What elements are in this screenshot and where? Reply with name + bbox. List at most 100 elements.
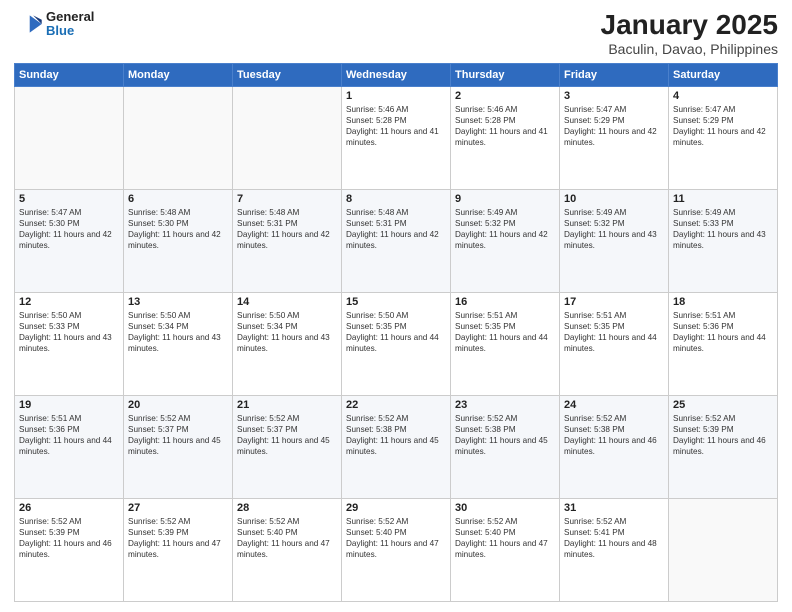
cell-day-number: 21: [237, 399, 337, 411]
calendar-cell: 13Sunrise: 5:50 AM Sunset: 5:34 PM Dayli…: [124, 292, 233, 395]
cell-info: Sunrise: 5:51 AM Sunset: 5:35 PM Dayligh…: [455, 310, 555, 354]
cell-info: Sunrise: 5:47 AM Sunset: 5:29 PM Dayligh…: [564, 104, 664, 148]
calendar-week-3: 12Sunrise: 5:50 AM Sunset: 5:33 PM Dayli…: [15, 292, 778, 395]
cell-day-number: 31: [564, 502, 664, 514]
cell-info: Sunrise: 5:50 AM Sunset: 5:35 PM Dayligh…: [346, 310, 446, 354]
calendar-cell: 26 Sunrise: 5:52 AM Sunset: 5:39 PM Dayli…: [15, 498, 124, 601]
calendar-cell: 10 Sunrise: 5:49 AM Sunset: 5:32 PM Dayli…: [560, 189, 669, 292]
cell-info: Sunrise: 5:52 AM Sunset: 5:39 PM Dayligh…: [19, 516, 119, 560]
calendar-cell: 14 Sunrise: 5:50 AM Sunset: 5:34 PM Dayli…: [233, 292, 342, 395]
day-header-wednesday: Wednesday: [342, 63, 451, 86]
cell-info: Sunrise: 5:46 AM Sunset: 5:28 PM Dayligh…: [346, 104, 446, 148]
logo-line1: General: [46, 10, 94, 24]
cell-day-number: 2: [455, 90, 555, 102]
header: General Blue January 2025 Baculin, Davao…: [14, 10, 778, 57]
cell-info: Sunrise: 5:52 AM Sunset: 5:37 PM Dayligh…: [128, 413, 228, 457]
calendar-week-1: 1 Sunrise: 5:46 AM Sunset: 5:28 PM Daylig…: [15, 86, 778, 189]
calendar-cell: 19Sunrise: 5:51 AM Sunset: 5:36 PM Dayli…: [15, 395, 124, 498]
cell-day-number: 14: [237, 296, 337, 308]
calendar-week-5: 26 Sunrise: 5:52 AM Sunset: 5:39 PM Dayli…: [15, 498, 778, 601]
cell-info: Sunrise: 5:50 AM Sunset: 5:33 PM Dayligh…: [19, 310, 119, 354]
cell-day-number: 27: [128, 502, 228, 514]
cell-day-number: 6: [128, 193, 228, 205]
cell-info: Sunrise: 5:48 AM Sunset: 5:30 PM Dayligh…: [128, 207, 228, 251]
cell-info: Sunrise: 5:50 AM Sunset: 5:34 PM Dayligh…: [237, 310, 337, 354]
calendar-cell: 5 Sunrise: 5:47 AM Sunset: 5:30 PM Daylig…: [15, 189, 124, 292]
calendar-cell: 8 Sunrise: 5:48 AM Sunset: 5:31 PM Daylig…: [342, 189, 451, 292]
calendar-cell: 4Sunrise: 5:47 AM Sunset: 5:29 PM Daylig…: [669, 86, 778, 189]
calendar-cell: 23 Sunrise: 5:52 AM Sunset: 5:38 PM Dayli…: [451, 395, 560, 498]
cell-day-number: 1: [346, 90, 446, 102]
cell-info: Sunrise: 5:49 AM Sunset: 5:32 PM Dayligh…: [564, 207, 664, 251]
cell-day-number: 24: [564, 399, 664, 411]
cell-day-number: 18: [673, 296, 773, 308]
calendar-cell: 16Sunrise: 5:51 AM Sunset: 5:35 PM Dayli…: [451, 292, 560, 395]
cell-day-number: 9: [455, 193, 555, 205]
cell-day-number: 29: [346, 502, 446, 514]
cell-day-number: 17: [564, 296, 664, 308]
calendar-cell: 31 Sunrise: 5:52 AM Sunset: 5:41 PM Dayli…: [560, 498, 669, 601]
cell-info: Sunrise: 5:52 AM Sunset: 5:38 PM Dayligh…: [346, 413, 446, 457]
calendar-week-4: 19Sunrise: 5:51 AM Sunset: 5:36 PM Dayli…: [15, 395, 778, 498]
cell-day-number: 8: [346, 193, 446, 205]
cell-info: Sunrise: 5:52 AM Sunset: 5:40 PM Dayligh…: [237, 516, 337, 560]
cell-day-number: 4: [673, 90, 773, 102]
cell-day-number: 3: [564, 90, 664, 102]
calendar-week-2: 5 Sunrise: 5:47 AM Sunset: 5:30 PM Daylig…: [15, 189, 778, 292]
logo: General Blue: [14, 10, 94, 39]
calendar-cell: 7 Sunrise: 5:48 AM Sunset: 5:31 PM Daylig…: [233, 189, 342, 292]
calendar-cell: [233, 86, 342, 189]
calendar-header-row: SundayMondayTuesdayWednesdayThursdayFrid…: [15, 63, 778, 86]
calendar-cell: 24 Sunrise: 5:52 AM Sunset: 5:38 PM Dayli…: [560, 395, 669, 498]
cell-info: Sunrise: 5:46 AM Sunset: 5:28 PM Dayligh…: [455, 104, 555, 148]
day-header-monday: Monday: [124, 63, 233, 86]
cell-info: Sunrise: 5:52 AM Sunset: 5:38 PM Dayligh…: [564, 413, 664, 457]
calendar-cell: [669, 498, 778, 601]
calendar-cell: 1 Sunrise: 5:46 AM Sunset: 5:28 PM Daylig…: [342, 86, 451, 189]
calendar-cell: 30Sunrise: 5:52 AM Sunset: 5:40 PM Dayli…: [451, 498, 560, 601]
cell-day-number: 28: [237, 502, 337, 514]
calendar-cell: [15, 86, 124, 189]
cell-info: Sunrise: 5:49 AM Sunset: 5:33 PM Dayligh…: [673, 207, 773, 251]
cell-info: Sunrise: 5:52 AM Sunset: 5:38 PM Dayligh…: [455, 413, 555, 457]
day-header-saturday: Saturday: [669, 63, 778, 86]
calendar-table: SundayMondayTuesdayWednesdayThursdayFrid…: [14, 63, 778, 602]
day-header-sunday: Sunday: [15, 63, 124, 86]
cell-info: Sunrise: 5:52 AM Sunset: 5:40 PM Dayligh…: [346, 516, 446, 560]
cell-day-number: 20: [128, 399, 228, 411]
cell-info: Sunrise: 5:52 AM Sunset: 5:39 PM Dayligh…: [673, 413, 773, 457]
calendar-cell: 12Sunrise: 5:50 AM Sunset: 5:33 PM Dayli…: [15, 292, 124, 395]
logo-icon: [14, 12, 42, 36]
cell-day-number: 26: [19, 502, 119, 514]
calendar-cell: 28 Sunrise: 5:52 AM Sunset: 5:40 PM Dayli…: [233, 498, 342, 601]
logo-line2: Blue: [46, 24, 94, 38]
calendar-cell: 6 Sunrise: 5:48 AM Sunset: 5:30 PM Daylig…: [124, 189, 233, 292]
calendar-cell: 18Sunrise: 5:51 AM Sunset: 5:36 PM Dayli…: [669, 292, 778, 395]
cell-day-number: 10: [564, 193, 664, 205]
calendar-cell: 29 Sunrise: 5:52 AM Sunset: 5:40 PM Dayli…: [342, 498, 451, 601]
cell-day-number: 23: [455, 399, 555, 411]
calendar-cell: 15 Sunrise: 5:50 AM Sunset: 5:35 PM Dayli…: [342, 292, 451, 395]
cell-info: Sunrise: 5:51 AM Sunset: 5:36 PM Dayligh…: [19, 413, 119, 457]
cell-info: Sunrise: 5:47 AM Sunset: 5:30 PM Dayligh…: [19, 207, 119, 251]
day-header-friday: Friday: [560, 63, 669, 86]
calendar-cell: 22Sunrise: 5:52 AM Sunset: 5:38 PM Dayli…: [342, 395, 451, 498]
cell-info: Sunrise: 5:52 AM Sunset: 5:40 PM Dayligh…: [455, 516, 555, 560]
calendar-cell: 25Sunrise: 5:52 AM Sunset: 5:39 PM Dayli…: [669, 395, 778, 498]
cell-info: Sunrise: 5:49 AM Sunset: 5:32 PM Dayligh…: [455, 207, 555, 251]
cell-info: Sunrise: 5:48 AM Sunset: 5:31 PM Dayligh…: [346, 207, 446, 251]
cell-day-number: 5: [19, 193, 119, 205]
cell-day-number: 7: [237, 193, 337, 205]
title-block: January 2025 Baculin, Davao, Philippines: [601, 10, 778, 57]
cell-info: Sunrise: 5:52 AM Sunset: 5:37 PM Dayligh…: [237, 413, 337, 457]
calendar-cell: 17Sunrise: 5:51 AM Sunset: 5:35 PM Dayli…: [560, 292, 669, 395]
cell-info: Sunrise: 5:48 AM Sunset: 5:31 PM Dayligh…: [237, 207, 337, 251]
calendar-cell: 27 Sunrise: 5:52 AM Sunset: 5:39 PM Dayli…: [124, 498, 233, 601]
calendar-cell: 2 Sunrise: 5:46 AM Sunset: 5:28 PM Daylig…: [451, 86, 560, 189]
cell-info: Sunrise: 5:50 AM Sunset: 5:34 PM Dayligh…: [128, 310, 228, 354]
calendar-cell: [124, 86, 233, 189]
cell-info: Sunrise: 5:52 AM Sunset: 5:39 PM Dayligh…: [128, 516, 228, 560]
cell-info: Sunrise: 5:52 AM Sunset: 5:41 PM Dayligh…: [564, 516, 664, 560]
cell-day-number: 15: [346, 296, 446, 308]
cell-day-number: 11: [673, 193, 773, 205]
